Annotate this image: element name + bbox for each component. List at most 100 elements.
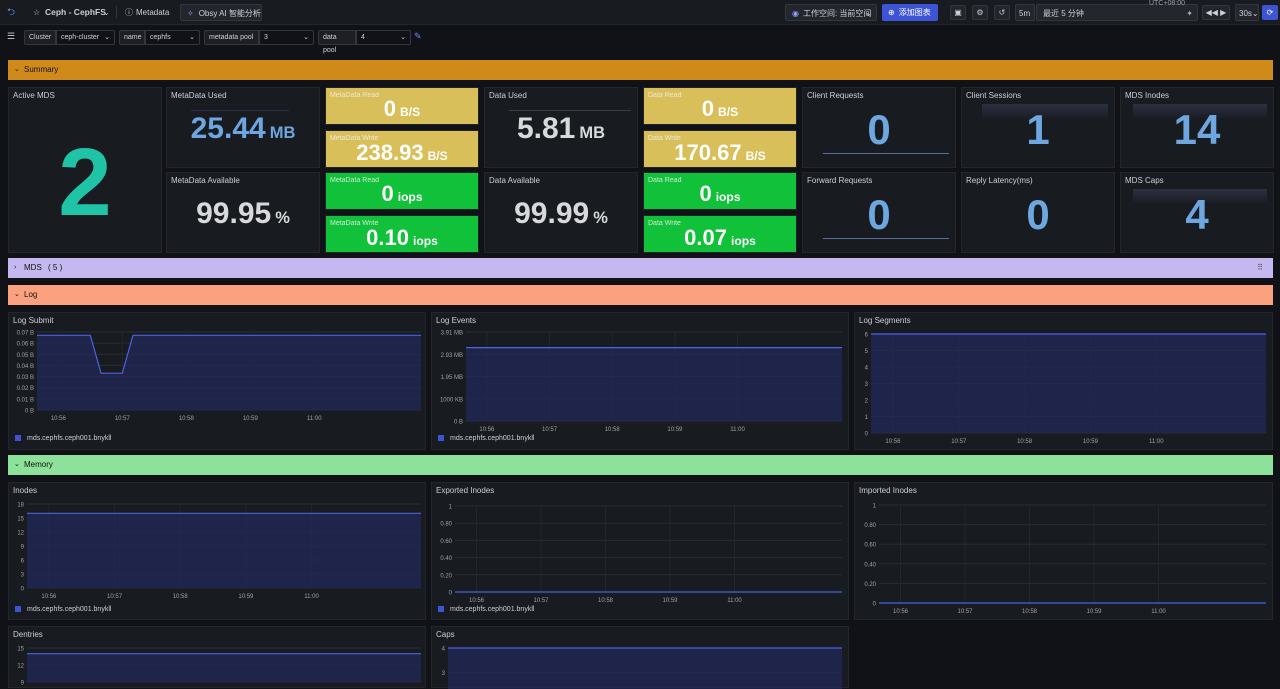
x-tick-label: 10:56 <box>51 416 67 422</box>
drag-handle-icon[interactable]: ⠿ <box>1257 258 1263 278</box>
panel-title: Log Events <box>436 316 477 325</box>
y-tick-label: 12 <box>17 531 24 537</box>
panel-data-used: Data Used 5.81 MB <box>484 87 638 168</box>
pin-icon[interactable]: ✦ <box>1186 5 1193 22</box>
y-tick-label: 0.07 B <box>17 331 34 337</box>
legend-item[interactable]: mds.cephfs.ceph001.bnykll <box>15 435 111 442</box>
panel-log-submit: Log Submit 0 B 0.01 B 0.02 B 0.03 B 0.04 B 0.… <box>8 312 426 450</box>
log-segments-chart: 0 1 2 3 4 5 6 10:56 10:57 10:58 10:59 11:00 <box>865 333 1266 445</box>
row-log[interactable]: ⌄ Log <box>8 285 1273 305</box>
chevron-down-icon: ⌄ <box>865 9 872 18</box>
panel-title: MetaData Used <box>171 91 227 100</box>
workspace-select[interactable]: ◉ 工作空间: 当前空间 ⌄ <box>785 4 877 21</box>
sparkline <box>191 110 289 111</box>
panel-log-segments: Log Segments 0 1 2 3 4 5 6 10:56 10:57 10:58 10:59… <box>854 312 1273 450</box>
y-tick-label: 0 B <box>25 409 34 415</box>
filter-select-cluster[interactable]: ceph-cluster ⌄ <box>56 30 115 45</box>
filter-value-cluster: ceph-cluster <box>61 34 100 41</box>
panel-exported-inodes: Exported Inodes 0 0.20 0.40 0.60 0.80 1 10:56 1… <box>431 482 849 620</box>
filter-select-name[interactable]: cephfs ⌄ <box>145 30 200 45</box>
time-shift-icon[interactable]: ◀◀ ▶ <box>1202 5 1230 20</box>
tile-metadata-read-bs: MetaData Read 0 B/S <box>325 87 479 125</box>
time-short-button[interactable]: 5m <box>1015 4 1035 21</box>
active-mds-value: 2 <box>58 129 112 236</box>
panel-client-sessions: Client Sessions 1 <box>961 87 1115 168</box>
legend-item[interactable]: mds.cephfs.ceph001.bnykll <box>15 606 111 613</box>
x-tick-label: 10:58 <box>1017 439 1033 445</box>
time-range-label: 最近 5 分钟 <box>1043 9 1084 18</box>
dashboard-title[interactable]: Ceph - CephFS <box>45 4 106 21</box>
ai-analysis-label: Obsy AI 智能分析 <box>198 9 261 18</box>
legend-item[interactable]: mds.cephfs.ceph001.bnykll <box>438 606 534 613</box>
y-tick-label: 6 <box>865 333 869 339</box>
sparkle-icon: ✧ <box>187 9 194 18</box>
tile-data-write-bs: Data Write 170.67 B/S <box>643 130 797 168</box>
filter-value-name: cephfs <box>150 34 171 41</box>
panel-title: Log Segments <box>859 316 911 325</box>
metadata-available-value: 99.95% <box>196 197 290 230</box>
x-tick-label: 10:56 <box>479 427 495 433</box>
panel-reply-latency: Reply Latency(ms) 0 <box>961 172 1115 253</box>
ai-analysis-button[interactable]: ✧ Obsy AI 智能分析 <box>180 4 262 21</box>
log-events-chart: 0 B 1000 KB 1.95 MB 2.93 MB 3.91 MB 10:56 10:5… <box>440 331 842 433</box>
row-mds[interactable]: › MDS ( 5 ) ⠿ <box>8 258 1273 278</box>
panel-log-events: Log Events 0 B 1000 KB 1.95 MB 2.93 MB 3.91 … <box>431 312 849 450</box>
panel-title: Exported Inodes <box>436 486 495 495</box>
legend-swatch <box>438 606 444 612</box>
panel-forward-requests: Forward Requests 0 <box>802 172 956 253</box>
filter-label-data-pool: data pool <box>318 30 356 54</box>
y-tick-label: 0 <box>449 591 453 597</box>
history-icon[interactable]: ↺ <box>994 5 1010 20</box>
x-tick-label: 10:58 <box>1022 609 1038 615</box>
tv-mode-icon[interactable]: ▣ <box>950 5 966 20</box>
filter-select-data-pool[interactable]: 4 ⌄ <box>356 30 411 45</box>
metadata-write-bs-value: 238.93 B/S <box>356 140 448 165</box>
series-area <box>466 347 842 421</box>
x-tick-label: 10:57 <box>951 439 967 445</box>
tile-metadata-read-iops: MetaData Read 0 iops <box>325 172 479 210</box>
y-tick-label: 2 <box>865 399 869 405</box>
legend-swatch <box>15 435 21 441</box>
timezone-label: UTC+08:00 <box>1149 0 1185 7</box>
panel-title: Dentries <box>13 630 43 639</box>
series-area <box>27 653 421 682</box>
y-tick-label: 0.01 B <box>17 397 34 403</box>
add-chart-button[interactable]: ⊕ 添加图表 <box>882 4 938 21</box>
chevron-down-icon: ⌄ <box>14 461 20 468</box>
refresh-interval-select[interactable]: 30s⌄ <box>1235 4 1259 21</box>
inodes-chart: 0 3 6 9 12 15 18 10:56 10:57 10:58 10:59 11:00 <box>17 503 421 600</box>
chevron-down-icon[interactable]: ⌄ <box>103 4 110 21</box>
x-tick-label: 10:58 <box>605 427 621 433</box>
settings-icon[interactable]: ⚙ <box>972 5 988 20</box>
filter-value-metadata-pool: 3 <box>264 34 268 41</box>
legend-item[interactable]: mds.cephfs.ceph001.bnykll <box>438 435 534 442</box>
y-tick-label: 9 <box>21 545 25 551</box>
data-write-iops-value: 0.07 iops <box>684 225 756 250</box>
sparkline <box>823 153 949 154</box>
filter-select-metadata-pool[interactable]: 3 ⌄ <box>259 30 314 45</box>
x-tick-label: 10:58 <box>598 598 614 604</box>
panel-mds-inodes: MDS Inodes 14 <box>1120 87 1274 168</box>
panel-mds-caps: MDS Caps 4 <box>1120 172 1274 253</box>
panel-title: MDS Inodes <box>1125 91 1170 100</box>
y-tick-label: 0.60 <box>440 539 452 545</box>
filter-menu-icon[interactable]: ☰ <box>7 31 15 42</box>
back-icon[interactable]: ⮌ <box>7 4 15 21</box>
row-memory[interactable]: ⌄ Memory <box>8 455 1273 475</box>
sparkline <box>509 110 631 111</box>
series-area <box>27 513 421 588</box>
y-tick-label: 2.93 MB <box>441 353 463 359</box>
x-tick-label: 10:59 <box>1083 439 1099 445</box>
star-icon[interactable]: ☆ <box>33 4 40 21</box>
chevron-down-icon: ⌄ <box>303 34 309 41</box>
panel-dentries: Dentries 9 12 15 <box>8 626 426 688</box>
refresh-icon[interactable]: ⟳ <box>1262 5 1278 20</box>
x-tick-label: 11:00 <box>304 594 319 600</box>
y-tick-label: 12 <box>17 664 24 670</box>
metadata-button[interactable]: Metadata <box>136 4 169 21</box>
row-summary[interactable]: ⌄ Summary <box>8 60 1273 80</box>
edit-variables-icon[interactable]: ✎ <box>414 31 422 42</box>
tile-metadata-write-iops: MetaData Write 0.10 iops <box>325 215 479 253</box>
x-tick-label: 10:56 <box>893 609 909 615</box>
panel-title: Data Used <box>489 91 527 100</box>
